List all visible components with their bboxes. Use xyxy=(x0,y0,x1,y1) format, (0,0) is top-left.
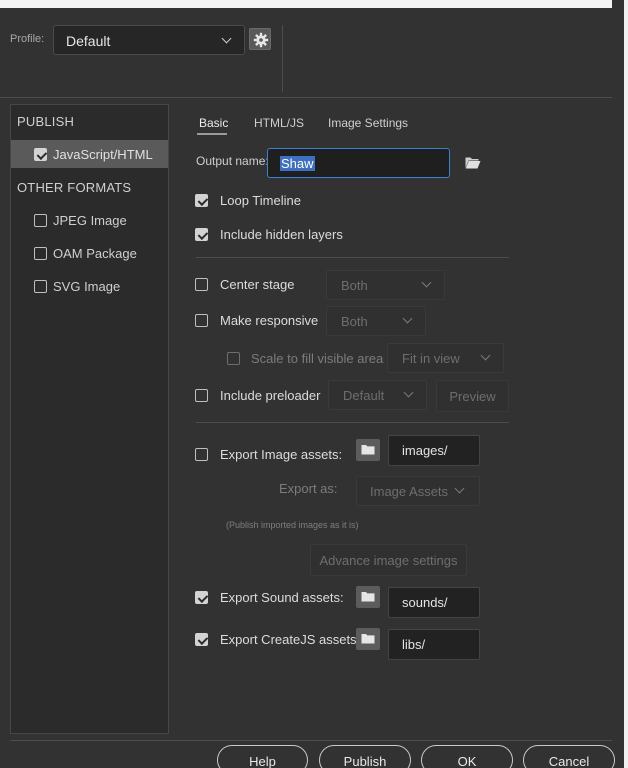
sidebar-item-oam-package[interactable]: OAM Package xyxy=(11,239,168,267)
window-top-strip xyxy=(0,0,612,8)
center-stage-checkbox[interactable] xyxy=(195,278,208,291)
center-stage-dropdown[interactable]: Both xyxy=(326,270,445,300)
profile-settings-button[interactable] xyxy=(249,28,271,50)
sidebar-heading-other-formats: OTHER FORMATS xyxy=(17,180,132,195)
scale-to-fill-dropdown-value: Fit in view xyxy=(402,351,460,366)
export-createjs-assets-label: Export CreateJS assets: xyxy=(220,632,361,647)
preloader-preview-button[interactable]: Preview xyxy=(436,380,509,412)
publish-images-hint: (Publish imported images as it is) xyxy=(226,520,359,530)
chevron-down-icon xyxy=(454,483,465,494)
export-image-assets-label: Export Image assets: xyxy=(220,447,343,462)
folder-icon xyxy=(361,634,375,644)
scale-to-fill-dropdown[interactable]: Fit in view xyxy=(387,343,504,373)
make-responsive-dropdown[interactable]: Both xyxy=(326,306,426,336)
make-responsive-dropdown-value: Both xyxy=(341,314,368,329)
preloader-dropdown-value: Default xyxy=(343,388,385,403)
active-tab-indicator xyxy=(197,133,227,135)
publish-button[interactable]: Publish xyxy=(319,745,411,768)
chevron-down-icon xyxy=(480,350,491,361)
preloader-dropdown[interactable]: Default xyxy=(328,380,427,410)
output-name-input[interactable]: Shaw xyxy=(267,148,450,178)
export-createjs-assets-checkbox[interactable] xyxy=(195,633,208,646)
profile-select[interactable]: Default xyxy=(53,25,245,55)
loop-timeline-label: Loop Timeline xyxy=(220,193,301,208)
folder-icon xyxy=(361,592,375,602)
sidebar-item-label: OAM Package xyxy=(53,246,137,261)
sidebar-item-svg-image[interactable]: SVG Image xyxy=(11,272,168,300)
chevron-down-icon xyxy=(221,33,232,44)
sidebar-item-javascript-html[interactable]: JavaScript/HTML xyxy=(11,140,168,168)
export-as-dropdown[interactable]: Image Assets xyxy=(356,476,480,506)
ok-button[interactable]: OK xyxy=(421,745,513,768)
gear-icon xyxy=(253,32,269,48)
sidebar-heading-publish: PUBLISH xyxy=(17,114,75,129)
export-as-dropdown-value: Image Assets xyxy=(370,484,449,499)
chevron-down-icon xyxy=(403,387,414,398)
section-divider xyxy=(196,257,509,258)
tab-image-settings[interactable]: Image Settings xyxy=(328,116,408,130)
window-right-edge xyxy=(624,0,628,768)
sidebar-item-label: SVG Image xyxy=(53,279,121,294)
header-divider xyxy=(0,97,612,98)
make-responsive-label: Make responsive xyxy=(220,313,319,328)
include-hidden-layers-checkbox[interactable] xyxy=(195,228,208,241)
createjs-assets-path-input[interactable]: libs/ xyxy=(388,629,480,660)
folder-icon xyxy=(361,445,375,455)
scale-to-fill-label: Scale to fill visible area xyxy=(251,351,384,366)
image-assets-path-input[interactable]: images/ xyxy=(388,435,480,466)
center-stage-dropdown-value: Both xyxy=(341,278,368,293)
format-sidebar: PUBLISH JavaScript/HTML OTHER FORMATS JP… xyxy=(10,104,169,734)
createjs-assets-folder-button[interactable] xyxy=(356,628,380,650)
section-divider xyxy=(196,422,509,423)
include-preloader-checkbox[interactable] xyxy=(195,389,208,402)
image-assets-folder-button[interactable] xyxy=(356,439,380,461)
profile-select-value: Default xyxy=(66,33,111,49)
oam-package-checkbox[interactable] xyxy=(34,247,47,260)
sidebar-item-jpeg-image[interactable]: JPEG Image xyxy=(11,206,168,234)
profile-label: Profile: xyxy=(10,33,45,45)
header-vertical-divider xyxy=(282,25,283,92)
export-image-assets-checkbox[interactable] xyxy=(195,448,208,461)
jpeg-image-checkbox[interactable] xyxy=(34,214,47,227)
loop-timeline-checkbox[interactable] xyxy=(195,194,208,207)
footer-divider xyxy=(10,740,612,741)
sidebar-item-label: JavaScript/HTML xyxy=(53,147,153,162)
export-sound-assets-label: Export Sound assets: xyxy=(220,590,344,605)
chevron-down-icon xyxy=(421,277,432,288)
advance-image-settings-button[interactable]: Advance image settings xyxy=(310,544,467,576)
output-name-label: Output name: xyxy=(196,154,269,168)
help-button[interactable]: Help xyxy=(217,745,308,768)
include-hidden-layers-label: Include hidden layers xyxy=(220,227,343,242)
export-sound-assets-checkbox[interactable] xyxy=(195,591,208,604)
sound-assets-path-input[interactable]: sounds/ xyxy=(388,587,480,618)
chevron-down-icon xyxy=(402,313,413,324)
output-name-value: Shaw xyxy=(280,156,315,171)
scale-to-fill-checkbox[interactable] xyxy=(227,352,240,365)
svg-image-checkbox[interactable] xyxy=(34,280,47,293)
tab-html-js[interactable]: HTML/JS xyxy=(254,116,304,130)
tab-basic[interactable]: Basic xyxy=(199,116,228,130)
browse-folder-icon[interactable] xyxy=(465,156,481,169)
center-stage-label: Center stage xyxy=(220,277,295,292)
sidebar-item-label: JPEG Image xyxy=(53,213,127,228)
cancel-button[interactable]: Cancel xyxy=(523,745,615,768)
include-preloader-label: Include preloader xyxy=(220,388,321,403)
sound-assets-folder-button[interactable] xyxy=(356,586,380,608)
export-as-label: Export as: xyxy=(279,481,338,496)
make-responsive-checkbox[interactable] xyxy=(195,314,208,327)
javascript-html-checkbox[interactable] xyxy=(34,148,47,161)
